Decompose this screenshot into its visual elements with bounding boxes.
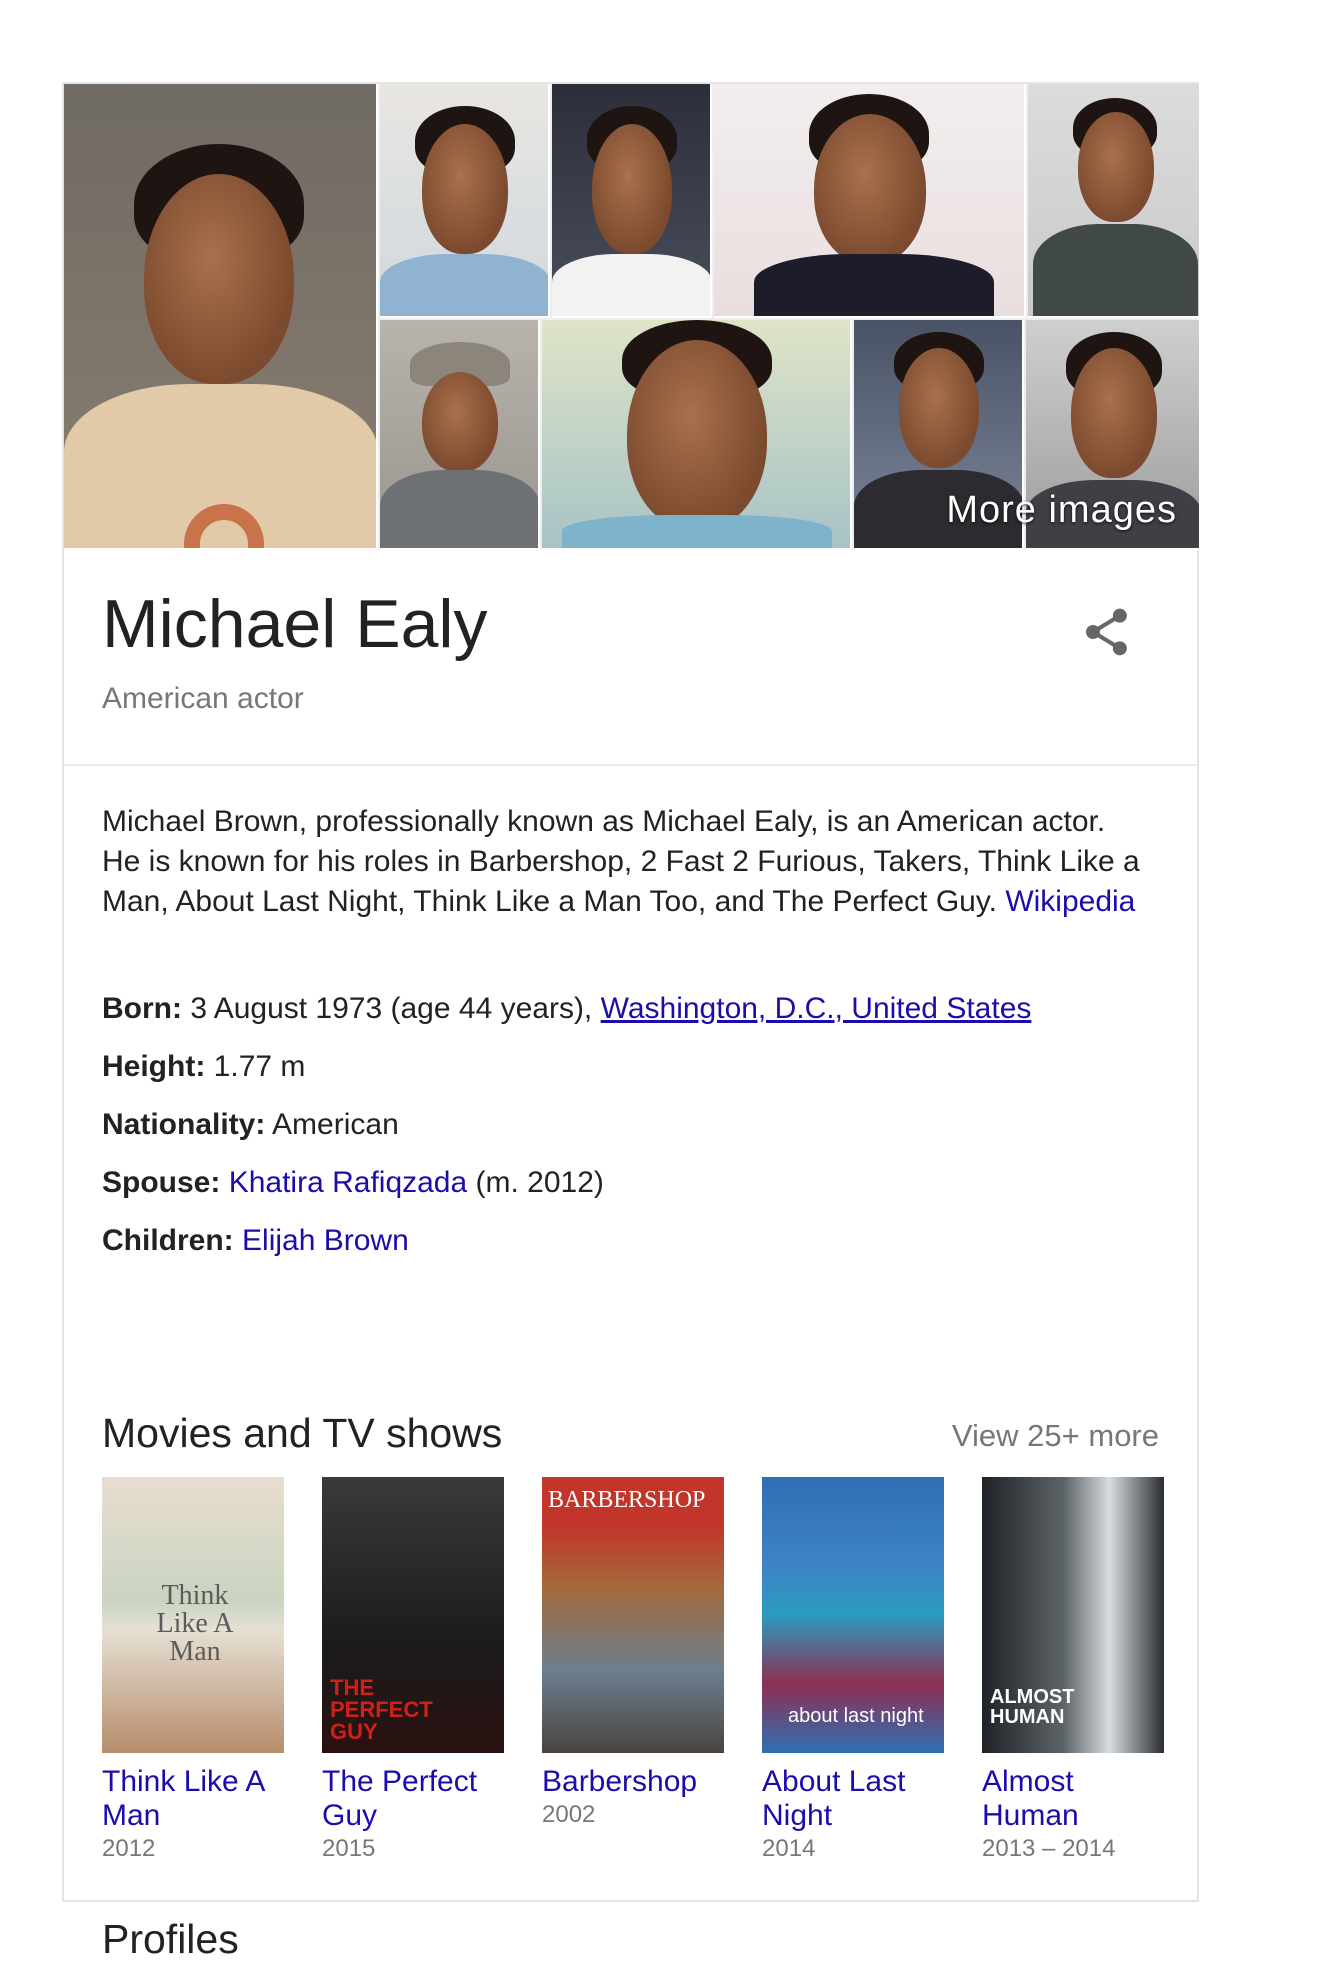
fact-children-label: Children: [102, 1224, 234, 1257]
movie-poster[interactable]: ALMOST HUMAN [982, 1477, 1164, 1753]
movie-year: 2014 [762, 1835, 816, 1862]
gallery-photo-4[interactable] [714, 84, 1026, 318]
movie-title[interactable]: About Last Night [762, 1765, 944, 1833]
gallery-photo-5[interactable] [1028, 84, 1199, 318]
movie-poster[interactable]: BARBERSHOP [542, 1477, 724, 1753]
fact-born-place-link[interactable]: Washington, D.C., United States [601, 992, 1032, 1025]
movie-title[interactable]: The Perfect Guy [322, 1765, 504, 1833]
poster-title: THE PERFECT GUY [330, 1675, 433, 1744]
poster-title: BARBERSHOP [548, 1487, 706, 1513]
fact-children: Children: Elijah Brown [102, 1222, 1162, 1280]
movies-heading: Movies and TV shows [102, 1410, 503, 1456]
profiles-heading: Profiles [102, 1916, 239, 1962]
gallery-photo-2[interactable] [380, 84, 550, 318]
entity-subtitle: American actor [102, 682, 304, 715]
fact-spouse-suffix: (m. 2012) [475, 1166, 604, 1199]
movie-title[interactable]: Almost Human [982, 1765, 1164, 1833]
movie-year: 2013 – 2014 [982, 1835, 1116, 1862]
movie-year: 2002 [542, 1801, 596, 1828]
movie-title[interactable]: Think Like A Man [102, 1765, 284, 1833]
wikipedia-link[interactable]: Wikipedia [1005, 885, 1135, 918]
movie-poster[interactable]: Think Like A Man [102, 1477, 284, 1753]
fact-children-link[interactable]: Elijah Brown [242, 1224, 409, 1257]
more-images-link[interactable]: More images [946, 489, 1177, 532]
entity-name: Michael Ealy [102, 586, 488, 662]
fact-spouse: Spouse: Khatira Rafiqzada (m. 2012) [102, 1164, 1162, 1222]
facts-list: Born: 3 August 1973 (age 44 years), Wash… [102, 990, 1162, 1280]
poster-title: Think Like A Man [156, 1580, 234, 1667]
description: Michael Brown, professionally known as M… [102, 802, 1142, 922]
gallery-photo-7[interactable] [542, 320, 852, 550]
fact-nationality-value: American [272, 1108, 399, 1141]
fact-spouse-link[interactable]: Khatira Rafiqzada [229, 1166, 467, 1199]
fact-height: Height: 1.77 m [102, 1048, 1162, 1106]
movie-year: 2012 [102, 1835, 156, 1862]
movie-card[interactable]: Think Like A Man Think Like A Man 2012 [102, 1477, 284, 1863]
fact-born-label: Born: [102, 992, 182, 1025]
title-block: Michael Ealy American actor [102, 584, 488, 716]
poster-title: about last night [788, 1705, 924, 1727]
movie-poster[interactable]: THE PERFECT GUY [322, 1477, 504, 1753]
movie-card[interactable]: ALMOST HUMAN Almost Human 2013 – 2014 [982, 1477, 1164, 1863]
gallery-photo-main[interactable] [64, 84, 378, 550]
fact-born-value: 3 August 1973 (age 44 years), [190, 992, 593, 1025]
movie-year: 2015 [322, 1835, 376, 1862]
share-icon[interactable] [1079, 604, 1135, 660]
fact-born: Born: 3 August 1973 (age 44 years), Wash… [102, 990, 1162, 1048]
fact-height-value: 1.77 m [213, 1050, 306, 1083]
fact-height-label: Height: [102, 1050, 206, 1083]
gallery-photo-6[interactable] [380, 320, 540, 550]
movie-poster[interactable]: about last night [762, 1477, 944, 1753]
section-divider [64, 764, 1197, 766]
knowledge-panel: More images Michael Ealy American actor … [62, 82, 1199, 1962]
fact-nationality: Nationality: American [102, 1106, 1162, 1164]
movie-card[interactable]: THE PERFECT GUY The Perfect Guy 2015 [322, 1477, 504, 1863]
description-text: Michael Brown, professionally known as M… [102, 805, 1140, 918]
movie-title[interactable]: Barbershop [542, 1765, 724, 1799]
movies-carousel: Think Like A Man Think Like A Man 2012 T… [102, 1477, 1182, 1877]
fact-nationality-label: Nationality: [102, 1108, 266, 1141]
movie-card[interactable]: about last night About Last Night 2014 [762, 1477, 944, 1863]
movie-card[interactable]: BARBERSHOP Barbershop 2002 [542, 1477, 724, 1829]
fact-spouse-label: Spouse: [102, 1166, 221, 1199]
image-gallery[interactable]: More images [64, 84, 1199, 550]
view-more-link[interactable]: View 25+ more [952, 1418, 1159, 1454]
gallery-photo-3[interactable] [552, 84, 712, 318]
poster-title: ALMOST HUMAN [990, 1686, 1075, 1728]
